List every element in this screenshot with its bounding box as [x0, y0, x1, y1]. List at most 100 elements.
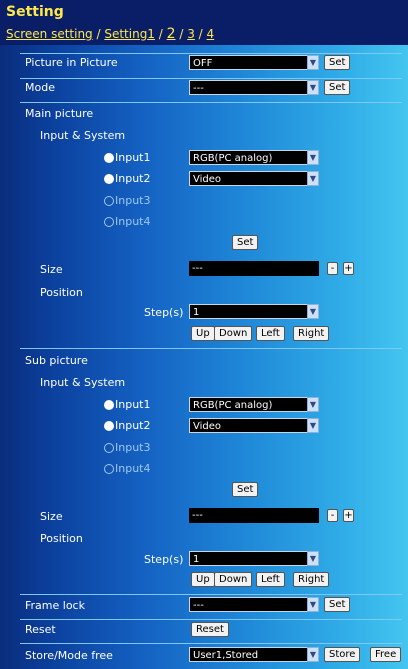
sub-steps-select[interactable]: 1 ▼	[189, 551, 319, 566]
chevron-down-icon: ▼	[307, 647, 319, 662]
sub-size-label: Size	[40, 510, 63, 523]
pip-label: Picture in Picture	[25, 56, 118, 69]
sub-input1-label: Input1	[115, 398, 151, 411]
page-title: Setting	[6, 4, 64, 20]
divider	[20, 619, 402, 620]
store-mode-label: Store/Mode free	[25, 649, 113, 662]
chevron-down-icon: ▼	[307, 304, 319, 319]
main-input2-radio[interactable]	[104, 174, 114, 184]
frame-lock-select[interactable]: --- ▼	[189, 597, 319, 612]
sub-down-button[interactable]: Down	[214, 572, 253, 587]
sub-steps-value: 1	[193, 554, 200, 565]
sub-size-plus-button[interactable]: +	[343, 509, 354, 522]
sub-right-button[interactable]: Right	[293, 572, 330, 587]
main-input2-select[interactable]: Video ▼	[189, 171, 319, 186]
sub-input-set-button[interactable]: Set	[232, 482, 259, 497]
breadcrumb-page-4[interactable]: 4	[207, 27, 215, 41]
header: Setting Screen setting / Setting1 / 2 / …	[0, 0, 408, 45]
reset-label: Reset	[25, 623, 56, 636]
main-steps-label: Step(s)	[144, 306, 184, 319]
main-down-button[interactable]: Down	[214, 326, 253, 341]
chevron-down-icon: ▼	[307, 397, 319, 412]
breadcrumb-separator: /	[92, 27, 105, 41]
main-up-button[interactable]: Up	[191, 326, 215, 341]
pip-set-button[interactable]: Set	[324, 55, 351, 70]
divider	[20, 53, 402, 54]
mode-set-button[interactable]: Set	[324, 80, 351, 95]
main-input2-value: Video	[193, 174, 222, 185]
breadcrumb-separator: /	[194, 27, 207, 41]
breadcrumb-page-2: 2	[166, 26, 176, 42]
chevron-down-icon: ▼	[307, 418, 319, 433]
chevron-down-icon: ▼	[307, 80, 319, 95]
reset-button[interactable]: Reset	[191, 622, 229, 637]
main-size-minus-button[interactable]: -	[327, 262, 338, 275]
sub-up-button[interactable]: Up	[191, 572, 215, 587]
breadcrumb-separator: /	[154, 27, 167, 41]
divider	[20, 594, 402, 595]
sub-input2-select[interactable]: Video ▼	[189, 418, 319, 433]
store-mode-value: User1,Stored	[193, 650, 259, 661]
sub-input3-label: Input3	[115, 441, 151, 454]
main-picture-label: Main picture	[25, 107, 94, 120]
chevron-down-icon: ▼	[307, 551, 319, 566]
main-input-system-label: Input & System	[40, 129, 126, 142]
sub-input2-label: Input2	[115, 419, 151, 432]
sub-input1-radio[interactable]	[104, 400, 114, 410]
sub-input4-radio[interactable]	[104, 464, 114, 474]
sub-input1-value: RGB(PC analog)	[193, 400, 273, 411]
free-button[interactable]: Free	[370, 647, 402, 662]
sub-steps-label: Step(s)	[144, 553, 184, 566]
main-left-button[interactable]: Left	[256, 326, 285, 341]
sub-input4-label: Input4	[115, 462, 151, 475]
sub-input2-radio[interactable]	[104, 421, 114, 431]
mode-label: Mode	[25, 81, 55, 94]
store-mode-select[interactable]: User1,Stored ▼	[189, 647, 319, 662]
main-steps-value: 1	[193, 307, 200, 318]
chevron-down-icon: ▼	[307, 597, 319, 612]
pip-select[interactable]: OFF ▼	[189, 55, 319, 70]
breadcrumb-page-3[interactable]: 3	[187, 27, 195, 41]
divider	[20, 78, 402, 79]
main-input1-label: Input1	[115, 151, 151, 164]
store-button[interactable]: Store	[324, 647, 361, 662]
sub-left-button[interactable]: Left	[256, 572, 285, 587]
mode-select[interactable]: --- ▼	[189, 80, 319, 95]
main-input1-select[interactable]: RGB(PC analog) ▼	[189, 150, 319, 165]
sub-input3-radio[interactable]	[104, 443, 114, 453]
frame-lock-value: ---	[193, 600, 204, 611]
divider	[20, 102, 402, 103]
main-steps-select[interactable]: 1 ▼	[189, 304, 319, 319]
sub-size-value: ---	[189, 508, 319, 523]
sub-picture-label: Sub picture	[25, 354, 88, 367]
breadcrumb: Screen setting / Setting1 / 2 / 3 / 4	[6, 26, 214, 42]
sub-position-label: Position	[40, 532, 83, 545]
main-size-label: Size	[40, 263, 63, 276]
frame-lock-set-button[interactable]: Set	[324, 597, 351, 612]
breadcrumb-setting1[interactable]: Setting1	[104, 27, 155, 41]
frame-lock-label: Frame lock	[25, 599, 85, 612]
divider	[20, 643, 402, 644]
chevron-down-icon: ▼	[307, 171, 319, 186]
main-input3-label: Input3	[115, 194, 151, 207]
main-size-value: ---	[189, 261, 319, 276]
main-input1-radio[interactable]	[104, 153, 114, 163]
main-input1-value: RGB(PC analog)	[193, 153, 273, 164]
breadcrumb-screen-setting[interactable]: Screen setting	[6, 27, 93, 41]
main-right-button[interactable]: Right	[293, 326, 330, 341]
main-input3-radio[interactable]	[104, 196, 114, 206]
main-input-set-button[interactable]: Set	[232, 235, 259, 250]
sub-input1-select[interactable]: RGB(PC analog) ▼	[189, 397, 319, 412]
main-input4-radio[interactable]	[104, 217, 114, 227]
breadcrumb-separator: /	[175, 27, 188, 41]
main-size-plus-button[interactable]: +	[343, 262, 354, 275]
sub-size-minus-button[interactable]: -	[327, 509, 338, 522]
chevron-down-icon: ▼	[307, 55, 319, 70]
main-position-label: Position	[40, 286, 83, 299]
main-input4-label: Input4	[115, 215, 151, 228]
divider	[20, 348, 402, 349]
mode-select-value: ---	[193, 83, 204, 94]
sub-input2-value: Video	[193, 421, 222, 432]
main-input2-label: Input2	[115, 172, 151, 185]
pip-select-value: OFF	[193, 58, 213, 69]
